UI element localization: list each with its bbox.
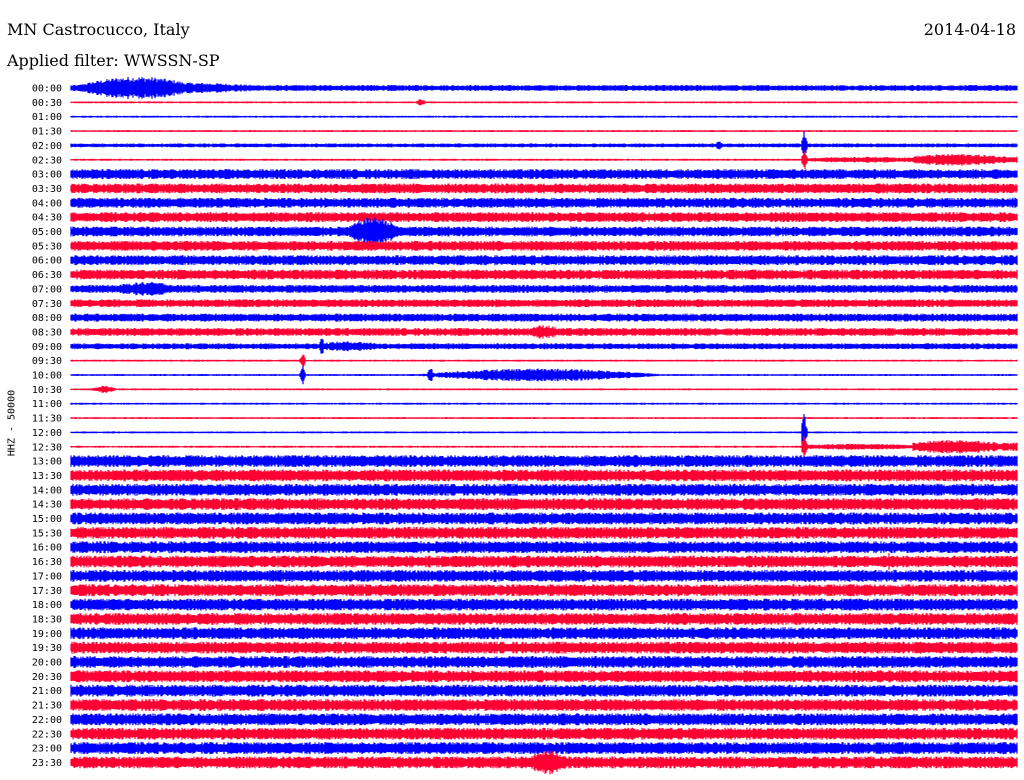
row-label-0530: 05:30: [32, 241, 62, 252]
trace-0400: [70, 197, 1018, 208]
row-label-0230: 02:30: [32, 155, 62, 166]
trace-1300: [70, 455, 1018, 468]
trace-1230: [70, 436, 1018, 458]
row-label-1400: 14:00: [32, 485, 62, 496]
row-label-2200: 22:00: [32, 715, 62, 726]
trace-1700: [70, 569, 1018, 582]
row-label-1230: 12:30: [32, 442, 62, 453]
row-label-1700: 17:00: [32, 571, 62, 582]
row-label-0300: 03:00: [32, 170, 62, 181]
row-label-0830: 08:30: [32, 327, 62, 338]
row-label-1830: 18:30: [32, 614, 62, 625]
trace-0900: [70, 338, 1018, 354]
row-label-0600: 06:00: [32, 256, 62, 267]
trace-0230: [70, 150, 1018, 169]
row-label-0330: 03:30: [32, 184, 62, 195]
trace-1000: [70, 365, 1018, 385]
trace-1100: [70, 402, 1018, 405]
row-label-1100: 11:00: [32, 399, 62, 410]
row-label-1300: 13:00: [32, 457, 62, 468]
trace-0130: [70, 130, 1018, 132]
row-label-0700: 07:00: [32, 284, 62, 295]
row-label-2100: 21:00: [32, 686, 62, 697]
row-label-1630: 16:30: [32, 557, 62, 568]
trace-2130: [70, 699, 1018, 711]
row-label-0030: 00:30: [32, 98, 62, 109]
row-label-2000: 20:00: [32, 658, 62, 669]
row-label-1500: 15:00: [32, 514, 62, 525]
row-label-2300: 23:00: [32, 744, 62, 755]
row-label-0500: 05:00: [32, 227, 62, 238]
row-label-2030: 20:30: [32, 672, 62, 683]
trace-0430: [70, 212, 1018, 223]
trace-1630: [70, 553, 1018, 570]
trace-0530: [70, 240, 1018, 251]
trace-1330: [70, 469, 1018, 482]
trace-2200: [70, 713, 1018, 726]
trace-0800: [70, 313, 1018, 322]
row-label-1800: 18:00: [32, 600, 62, 611]
trace-0930: [70, 354, 1018, 367]
trace-1830: [70, 613, 1018, 625]
trace-1930: [70, 641, 1018, 654]
row-label-0130: 01:30: [32, 127, 62, 138]
trace-1730: [70, 584, 1018, 597]
trace-2230: [70, 727, 1018, 740]
row-label-1130: 11:30: [32, 414, 62, 425]
trace-0300: [70, 169, 1018, 180]
row-label-1030: 10:30: [32, 385, 62, 396]
row-label-1430: 14:30: [32, 500, 62, 511]
trace-1130: [70, 417, 1018, 419]
trace-1530: [70, 526, 1018, 539]
trace-1800: [70, 598, 1018, 611]
row-label-0900: 09:00: [32, 342, 62, 353]
trace-0600: [70, 255, 1018, 266]
row-label-1000: 10:00: [32, 371, 62, 382]
trace-1030: [70, 386, 1018, 393]
row-label-1730: 17:30: [32, 586, 62, 597]
trace-2100: [70, 684, 1018, 697]
trace-0100: [70, 115, 1018, 118]
row-label-0930: 09:30: [32, 356, 62, 367]
trace-1600: [70, 541, 1018, 554]
trace-1400: [70, 483, 1018, 496]
row-label-1930: 19:30: [32, 643, 62, 654]
trace-0030: [70, 99, 1018, 106]
trace-2000: [70, 656, 1018, 668]
row-label-0000: 00:00: [32, 84, 62, 95]
row-label-2130: 21:30: [32, 701, 62, 712]
seismogram-plot: 00:00 00:30 01:00 01:30 02:00 02:30 03:00 03:30…: [32, 77, 1018, 775]
trace-2330: [70, 750, 1018, 775]
row-label-0800: 08:00: [32, 313, 62, 324]
row-label-0400: 04:00: [32, 198, 62, 209]
row-label-2230: 22:30: [32, 729, 62, 740]
row-label-1900: 19:00: [32, 629, 62, 640]
row-label-2330: 23:30: [32, 758, 62, 769]
row-label-0100: 01:00: [32, 112, 62, 123]
row-label-0630: 06:30: [32, 270, 62, 281]
trace-0630: [70, 269, 1018, 280]
row-label-0200: 02:00: [32, 141, 62, 152]
trace-1900: [70, 627, 1018, 640]
trace-2030: [70, 670, 1018, 683]
row-label-0430: 04:30: [32, 213, 62, 224]
trace-0200: [70, 130, 1018, 160]
trace-1430: [70, 498, 1018, 511]
row-label-1200: 12:00: [32, 428, 62, 439]
trace-1500: [70, 512, 1018, 525]
row-label-1330: 13:30: [32, 471, 62, 482]
row-label-0730: 07:30: [32, 299, 62, 310]
trace-0700: [70, 282, 1018, 296]
trace-0730: [70, 299, 1018, 308]
trace-0000: [70, 77, 1018, 99]
trace-0830: [70, 325, 1018, 339]
row-label-1600: 16:00: [32, 543, 62, 554]
trace-0330: [70, 183, 1018, 194]
row-label-1530: 15:30: [32, 528, 62, 539]
trace-2300: [70, 742, 1018, 755]
